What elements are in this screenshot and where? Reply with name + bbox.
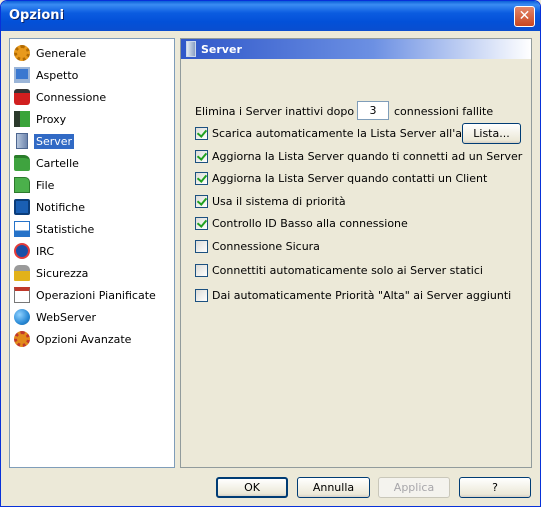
option-label: Aggiorna la Lista Server quando ti conne… — [212, 149, 523, 163]
monitor-icon — [14, 67, 30, 83]
sidebar-item-label: Generale — [36, 46, 87, 60]
server-settings-panel: Server Elimina i Server inattivi dopo co… — [180, 38, 532, 468]
option-label: Controllo ID Basso alla connessione — [212, 216, 408, 230]
checkbox[interactable] — [195, 149, 208, 163]
plug-icon — [14, 89, 30, 105]
option-high-priority-added-servers[interactable]: Dai automaticamente Priorità "Alta" ai S… — [195, 287, 511, 303]
options-tree: Generale Aspetto Connessione Proxy Serve… — [9, 38, 175, 468]
sidebar-item-statistiche[interactable]: Statistiche — [14, 219, 96, 239]
sidebar-item-label: Operazioni Pianificate — [36, 288, 156, 302]
sidebar-item-irc[interactable]: IRC — [14, 241, 56, 261]
option-label: Scarica automaticamente la Lista Server … — [212, 126, 485, 140]
option-label: Dai automaticamente Priorità "Alta" ai S… — [212, 288, 512, 302]
calendar-icon — [14, 287, 30, 303]
sidebar-item-file[interactable]: File — [14, 175, 56, 195]
option-label: Connessione Sicura — [212, 239, 320, 253]
sidebar-item-label: Aspetto — [36, 68, 79, 82]
option-auto-download-server-list[interactable]: Scarica automaticamente la Lista Server … — [195, 125, 485, 141]
sidebar-item-label: Server — [34, 133, 75, 149]
option-label: Aggiorna la Lista Server quando contatti… — [212, 171, 488, 185]
sidebar-item-operazioni-pianificate[interactable]: Operazioni Pianificate — [14, 285, 158, 305]
sidebar-item-cartelle[interactable]: Cartelle — [14, 153, 81, 173]
sidebar-item-sicurezza[interactable]: Sicurezza — [14, 263, 90, 283]
server-list-button[interactable]: Lista... — [462, 123, 521, 144]
sidebar-item-label: IRC — [36, 244, 55, 258]
sidebar-item-server[interactable]: Server — [14, 131, 75, 151]
option-use-priority-system[interactable]: Usa il sistema di priorità — [195, 193, 346, 209]
lock-icon — [14, 265, 30, 281]
sidebar-item-label: Statistiche — [36, 222, 95, 236]
sidebar-item-label: Opzioni Avanzate — [36, 332, 132, 346]
folder-icon — [14, 155, 30, 171]
checkbox[interactable] — [195, 263, 208, 277]
file-icon — [14, 177, 30, 193]
option-static-servers-only[interactable]: Connettiti automaticamente solo ai Serve… — [195, 262, 483, 278]
title-bar[interactable]: Opzioni ✕ — [1, 1, 540, 31]
apply-button[interactable]: Applica — [378, 477, 450, 498]
close-button[interactable]: ✕ — [514, 6, 535, 27]
sidebar-item-generale[interactable]: Generale — [14, 43, 88, 63]
advanced-gear-icon — [14, 331, 30, 347]
option-label: Connettiti automaticamente solo ai Serve… — [212, 263, 483, 277]
option-label: Usa il sistema di priorità — [212, 194, 346, 208]
gear-icon — [14, 45, 30, 61]
sidebar-item-label: Sicurezza — [36, 266, 89, 280]
checkbox[interactable] — [195, 194, 208, 208]
dialog-body: Generale Aspetto Connessione Proxy Serve… — [1, 31, 540, 506]
sidebar-item-connessione[interactable]: Connessione — [14, 87, 108, 107]
help-button[interactable]: ? — [459, 477, 531, 498]
sidebar-item-label: WebServer — [36, 310, 97, 324]
ok-button[interactable]: OK — [216, 477, 288, 498]
server-icon — [186, 41, 196, 57]
option-secure-connection[interactable]: Connessione Sicura — [195, 238, 320, 254]
failed-connections-input[interactable] — [357, 101, 389, 120]
checkbox[interactable] — [195, 216, 208, 230]
server-icon — [16, 133, 28, 149]
option-update-on-client-contact[interactable]: Aggiorna la Lista Server quando contatti… — [195, 170, 487, 186]
sidebar-item-label: Notifiche — [36, 200, 86, 214]
sidebar-item-proxy[interactable]: Proxy — [14, 109, 68, 129]
remove-inactive-suffix-row: connessioni fallite — [394, 102, 493, 121]
checkbox[interactable] — [195, 288, 208, 302]
window-title: Opzioni — [9, 8, 65, 23]
proxy-icon — [14, 111, 30, 127]
checkbox[interactable] — [195, 126, 208, 140]
globe-icon — [14, 309, 30, 325]
sidebar-item-label: Cartelle — [36, 156, 79, 170]
option-update-on-server-connect[interactable]: Aggiorna la Lista Server quando ti conne… — [195, 148, 522, 164]
sidebar-item-label: File — [36, 178, 55, 192]
sidebar-item-notifiche[interactable]: Notifiche — [14, 197, 87, 217]
sidebar-item-opzioni-avanzate[interactable]: Opzioni Avanzate — [14, 329, 133, 349]
sidebar-item-aspetto[interactable]: Aspetto — [14, 65, 80, 85]
checkbox[interactable] — [195, 171, 208, 185]
panel-title: Server — [201, 42, 242, 56]
chart-icon — [14, 221, 30, 237]
cancel-button[interactable]: Annulla — [297, 477, 370, 498]
checkbox[interactable] — [195, 239, 208, 253]
sidebar-item-label: Proxy — [36, 112, 67, 126]
remove-inactive-label: Elimina i Server inattivi dopo — [195, 105, 355, 118]
remove-inactive-row: Elimina i Server inattivi dopo — [195, 102, 354, 121]
sidebar-item-label: Connessione — [36, 90, 107, 104]
options-window: Opzioni ✕ Generale Aspetto Connessione P… — [0, 0, 541, 507]
notification-icon — [14, 199, 30, 215]
sidebar-item-webserver[interactable]: WebServer — [14, 307, 98, 327]
failed-connections-label: connessioni fallite — [394, 105, 494, 118]
irc-icon — [14, 243, 30, 259]
option-low-id-check[interactable]: Controllo ID Basso alla connessione — [195, 215, 408, 231]
panel-header: Server — [181, 39, 531, 59]
